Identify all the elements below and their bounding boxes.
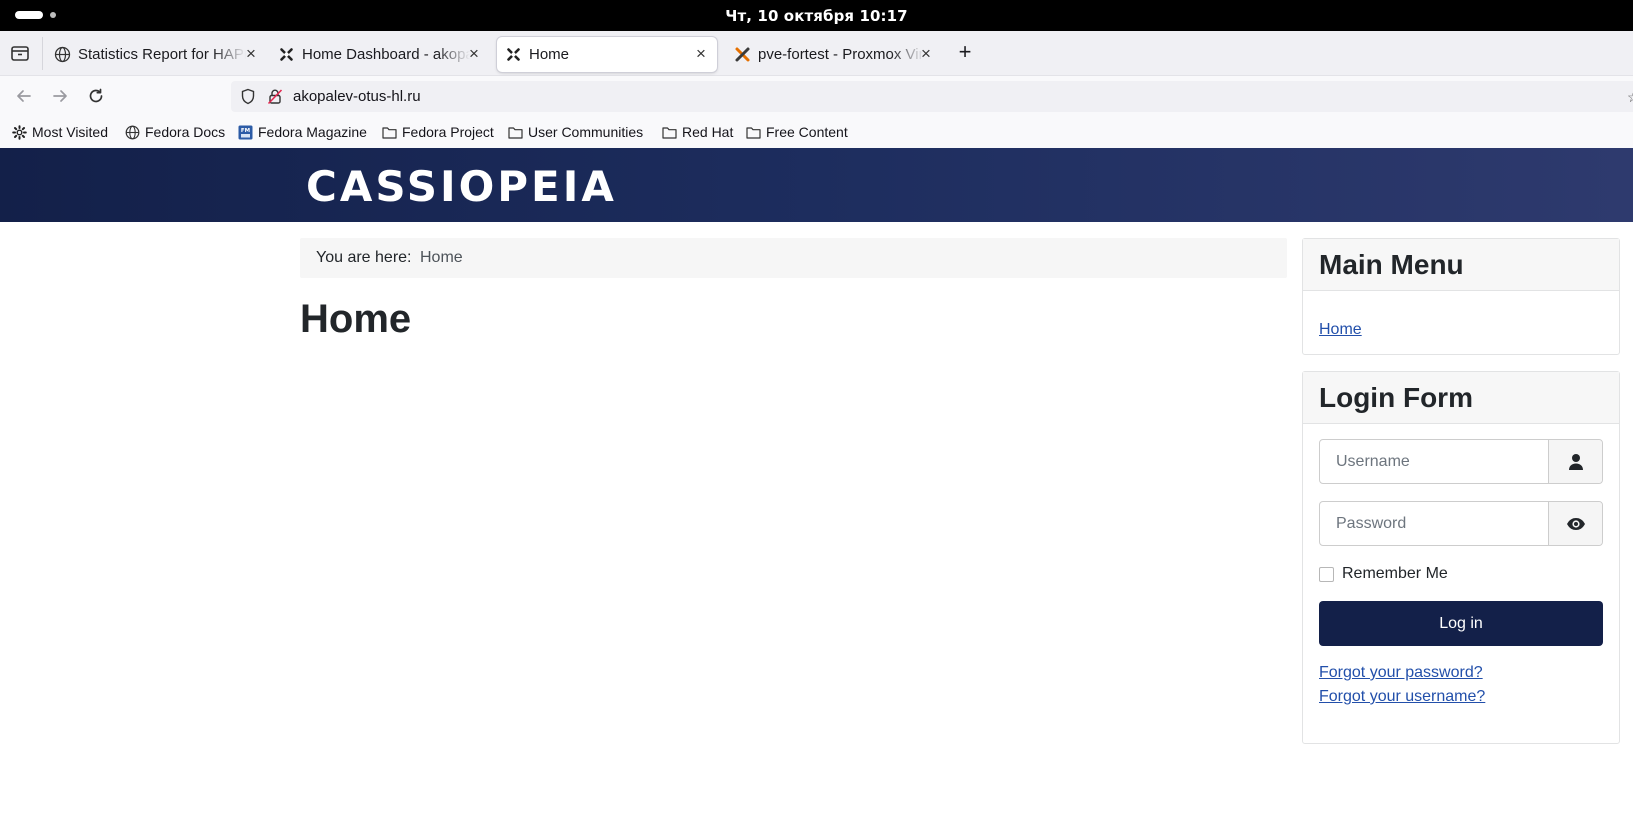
folder-icon <box>382 126 397 139</box>
breadcrumb-current: Home <box>420 249 463 266</box>
forgot-username-link[interactable]: Forgot your username? <box>1319 688 1485 706</box>
system-top-bar: Чт, 10 октября 10:17 <box>0 0 1633 31</box>
bookmark-label: User Communities <box>528 124 644 140</box>
tab-list-icon[interactable] <box>10 44 30 62</box>
user-icon <box>1548 440 1602 483</box>
bookmark-label: Fedora Project <box>402 124 494 140</box>
main-menu-title: Main Menu <box>1319 249 1464 280</box>
new-tab-button[interactable]: + <box>955 41 975 63</box>
fedora-magazine-icon: FM <box>238 125 253 139</box>
globe-icon <box>125 125 140 139</box>
folder-icon <box>508 126 523 139</box>
tab-title: Home <box>529 46 570 63</box>
username-placeholder: Username <box>1336 453 1410 470</box>
insecure-lock-icon[interactable] <box>267 88 283 105</box>
bookmark-user-communities[interactable]: User Communities <box>508 124 643 140</box>
address-bar[interactable]: akopalev-otus-hl.ru ☆ <box>231 81 1633 112</box>
back-arrow-icon[interactable] <box>13 85 35 107</box>
remember-me[interactable]: Remember Me <box>1319 565 1448 583</box>
joomla-icon <box>278 46 295 63</box>
bookmark-free-content[interactable]: Free Content <box>746 124 848 140</box>
bookmark-fedora-docs[interactable]: Fedora Docs <box>125 124 225 140</box>
login-form-title: Login Form <box>1319 382 1473 413</box>
joomla-icon <box>505 46 522 63</box>
site-header: CASSIOPEIA <box>0 148 1633 222</box>
card-header: Main Menu <box>1303 239 1619 291</box>
bookmark-label: Red Hat <box>682 124 734 140</box>
bookmarks-toolbar: Most Visited Fedora Docs FM Fedora Magaz… <box>0 116 1633 148</box>
login-button[interactable]: Log in <box>1319 601 1603 646</box>
remember-me-checkbox[interactable] <box>1319 566 1334 582</box>
system-clock[interactable]: Чт, 10 октября 10:17 <box>0 7 1633 25</box>
close-tab-icon[interactable]: × <box>466 45 482 63</box>
bookmark-label: Fedora Docs <box>145 124 226 140</box>
tab-title: Statistics Report for HAProxy <box>78 46 246 63</box>
url-text[interactable]: akopalev-otus-hl.ru <box>293 88 421 105</box>
login-form-card: Login Form Username Password Remember Me… <box>1302 371 1620 744</box>
tab-title: pve-fortest - Proxmox Virtual <box>758 46 924 63</box>
site-logo[interactable]: CASSIOPEIA <box>306 166 617 208</box>
main-menu-card: Main Menu Home <box>1302 238 1620 355</box>
tab-home-dashboard[interactable]: Home Dashboard - akopalev × <box>270 37 486 72</box>
bookmark-fedora-magazine[interactable]: FM Fedora Magazine <box>238 124 367 140</box>
bookmark-fedora-project[interactable]: Fedora Project <box>382 124 494 140</box>
menu-item-home[interactable]: Home <box>1319 321 1362 339</box>
close-tab-icon[interactable]: × <box>243 45 259 63</box>
close-tab-icon[interactable]: × <box>693 45 709 63</box>
tab-title: Home Dashboard - akopalev <box>302 46 470 63</box>
page-title: Home <box>300 297 412 341</box>
close-tab-icon[interactable]: × <box>918 45 934 63</box>
bookmark-label: Most Visited <box>32 124 108 140</box>
svg-text:FM: FM <box>241 128 250 134</box>
folder-icon <box>662 126 677 139</box>
tab-separator <box>42 37 43 70</box>
browser-nav-bar: akopalev-otus-hl.ru ☆ <box>0 76 1633 116</box>
show-password-eye-icon[interactable] <box>1548 502 1602 545</box>
reload-icon[interactable] <box>85 85 107 107</box>
remember-me-label: Remember Me <box>1342 565 1448 582</box>
bookmark-label: Free Content <box>766 124 848 140</box>
password-field[interactable]: Password <box>1319 501 1603 546</box>
folder-icon <box>746 126 761 139</box>
forgot-password-link[interactable]: Forgot your password? <box>1319 664 1483 682</box>
bookmark-label: Fedora Magazine <box>258 124 367 140</box>
gear-icon <box>12 124 27 140</box>
breadcrumb-label: You are here: <box>316 249 412 266</box>
shield-icon[interactable] <box>240 88 256 105</box>
proxmox-icon <box>734 46 751 63</box>
breadcrumb: You are here: Home <box>300 238 1287 278</box>
globe-icon <box>54 46 71 63</box>
bookmark-most-visited[interactable]: Most Visited <box>12 124 108 140</box>
tab-proxmox[interactable]: pve-fortest - Proxmox Virtual × <box>726 37 938 72</box>
browser-tab-strip: Statistics Report for HAProxy × Home Das… <box>0 31 1633 76</box>
bookmark-star-icon[interactable]: ☆ <box>1627 89 1633 106</box>
bookmark-red-hat[interactable]: Red Hat <box>662 124 733 140</box>
username-field[interactable]: Username <box>1319 439 1603 484</box>
tab-home[interactable]: Home × <box>497 37 717 72</box>
card-header: Login Form <box>1303 372 1619 424</box>
forward-arrow-icon[interactable] <box>49 85 71 107</box>
tab-haproxy-stats[interactable]: Statistics Report for HAProxy × <box>46 37 260 72</box>
password-placeholder: Password <box>1336 515 1407 532</box>
